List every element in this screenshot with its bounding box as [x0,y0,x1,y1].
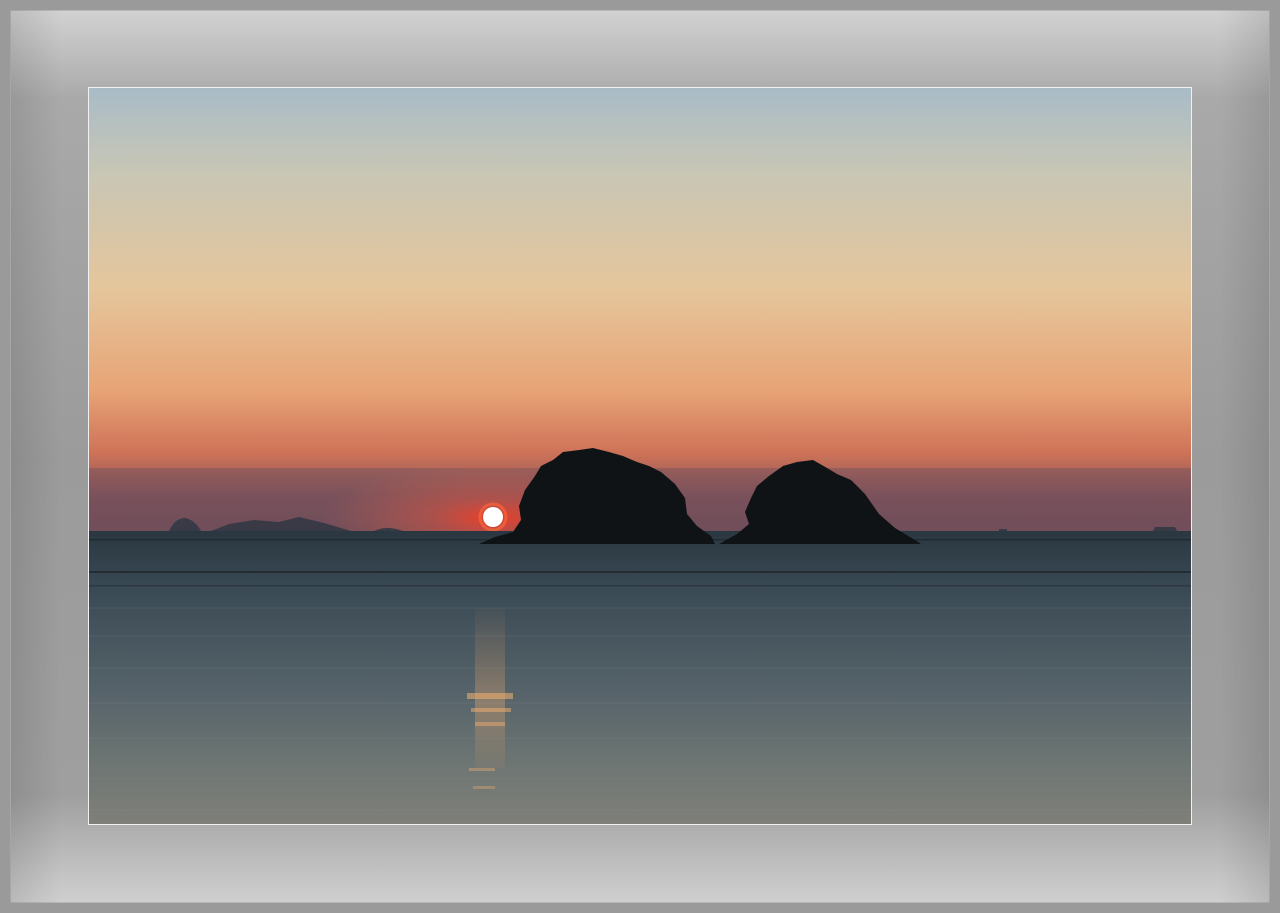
sun [483,507,503,527]
photo [88,87,1192,825]
sunset-seascape [89,88,1191,824]
picture-frame [0,0,1280,913]
sea [89,531,1191,824]
